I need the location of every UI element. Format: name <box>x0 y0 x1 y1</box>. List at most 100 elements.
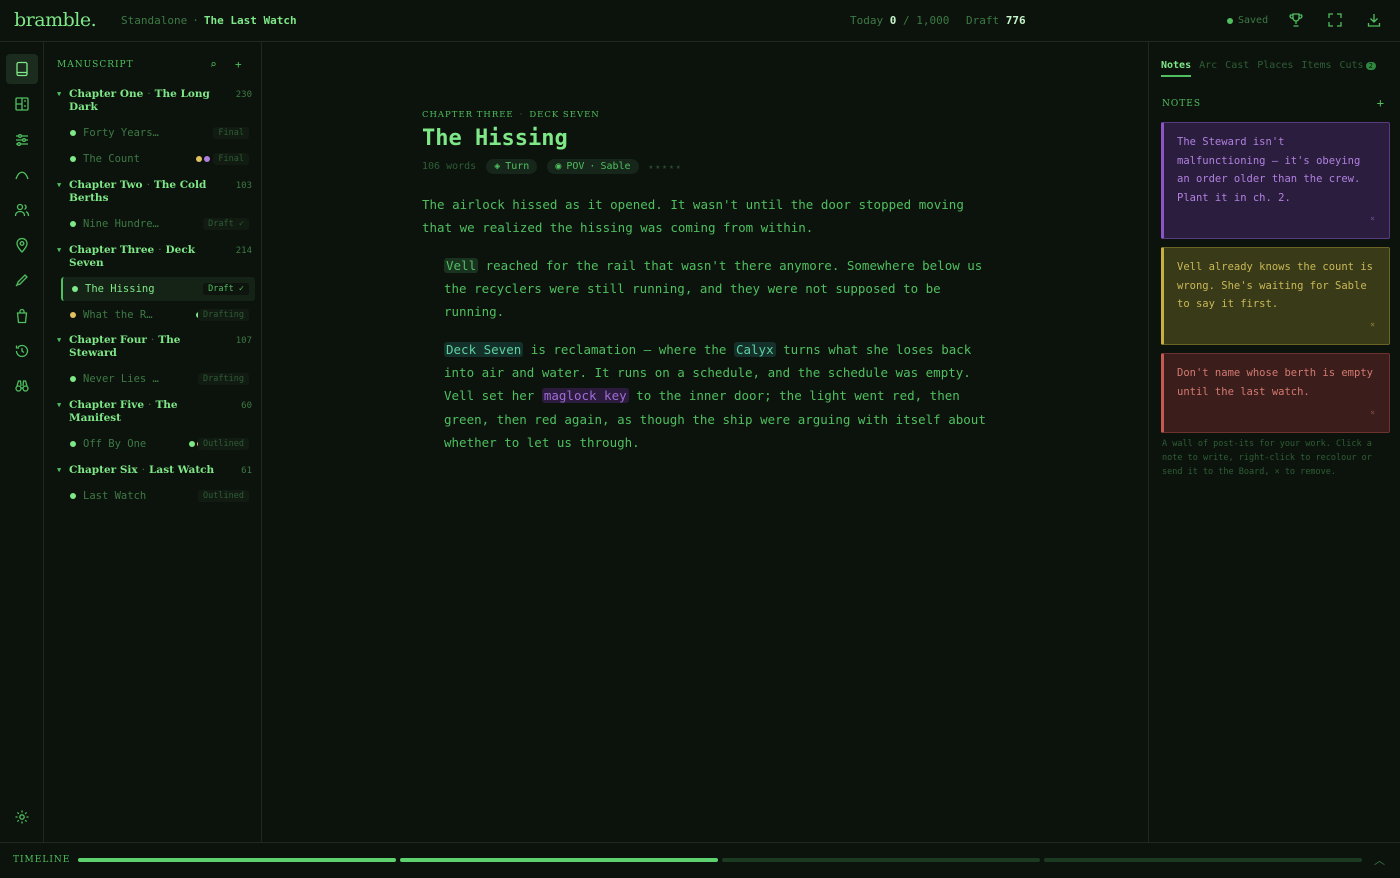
scene-status-badge: Outlined <box>198 490 249 502</box>
scene-status-dot <box>70 312 76 318</box>
rail-search[interactable] <box>6 371 38 401</box>
nav-rail <box>0 42 44 842</box>
pov-chip[interactable]: ◉ POV · Sable <box>547 159 639 174</box>
rail-manuscript[interactable] <box>6 54 38 84</box>
scene-row[interactable]: Forty Years Out Final <box>61 121 255 145</box>
download-icon[interactable] <box>1366 12 1382 28</box>
rail-structure[interactable] <box>6 125 38 155</box>
chevron-down-icon[interactable]: ▼ <box>57 90 61 98</box>
manuscript-search-icon[interactable]: ⌕ <box>210 58 217 71</box>
pov-dot <box>204 156 210 162</box>
rail-history[interactable] <box>6 336 38 366</box>
today-value: 0 <box>889 14 897 27</box>
rail-places[interactable] <box>6 230 38 260</box>
scene-status-badge: Draft ✓ <box>203 218 249 230</box>
scene-row[interactable]: The Hissing Draft ✓ <box>61 277 255 301</box>
chevron-down-icon[interactable]: ▼ <box>57 336 61 344</box>
manuscript-add-button[interactable]: + <box>235 58 242 71</box>
trophy-icon[interactable] <box>1288 12 1304 28</box>
kicker-chapter: CHAPTER THREE <box>422 110 514 120</box>
chapter-label: Chapter Four <box>69 334 147 346</box>
add-note-button[interactable]: + <box>1377 96 1384 110</box>
chapter-title: Chapter Three · Deck Seven <box>69 244 229 270</box>
rail-settings[interactable] <box>6 802 38 832</box>
chevron-up-icon[interactable]: ︿ <box>1374 852 1385 868</box>
chevron-down-icon[interactable]: ▼ <box>57 466 61 474</box>
character-tag[interactable]: Vell <box>444 257 479 273</box>
close-icon[interactable]: × <box>1370 316 1375 335</box>
beat-label: Turn <box>505 161 530 172</box>
scene-status-dot <box>70 441 76 447</box>
chapter-separator: · <box>147 88 151 100</box>
rail-items[interactable] <box>6 265 38 295</box>
scene-title[interactable]: The Hissing <box>422 126 568 151</box>
paragraph-text: reached for the rail that wasn't there a… <box>444 257 983 320</box>
note-card[interactable]: Don't name whose berth is empty until th… <box>1161 353 1390 433</box>
paragraph: The airlock hissed as it opened. It wasn… <box>422 197 964 236</box>
notes-heading: NOTES <box>1162 99 1201 109</box>
scene-title: Never Lies … <box>83 373 159 385</box>
notes-hint: A wall of post-its for your work. Click … <box>1162 439 1372 477</box>
scene-row[interactable]: The Count Final <box>61 147 255 171</box>
chapter-title: Chapter Five · The Manifest <box>69 399 229 425</box>
note-text: Vell already knows the count is wrong. S… <box>1177 261 1373 310</box>
timeline-bar: TIMELINE ︿ <box>0 842 1400 878</box>
note-card[interactable]: The Steward isn't malfunctioning — it's … <box>1161 122 1390 239</box>
scene-text[interactable]: The airlock hissed as it opened. It wasn… <box>422 193 987 469</box>
pov-separator: · <box>589 161 596 172</box>
scene-title: Last Watch <box>83 490 147 502</box>
binoculars-icon <box>15 380 29 392</box>
scene-row[interactable]: Off By One Outlined <box>61 432 255 456</box>
rail-cast[interactable] <box>6 195 38 225</box>
tab-cast[interactable]: Cast <box>1225 60 1249 77</box>
chapter-separator: · <box>158 244 162 256</box>
chapter-title: Chapter Six · Last Watch <box>69 464 229 477</box>
chevron-down-icon[interactable]: ▼ <box>57 246 61 254</box>
chevron-down-icon[interactable]: ▼ <box>57 181 61 189</box>
scene-status-badge: Final <box>213 153 249 165</box>
scene-status-dot <box>70 156 76 162</box>
scene-status-dot <box>70 376 76 382</box>
rating-stars[interactable]: ★★★★★ <box>649 162 683 171</box>
beat-chip[interactable]: ◈ Turn <box>486 159 538 174</box>
chapter-label: Chapter One <box>69 88 144 100</box>
scene-title: Forty Years Out <box>83 127 163 139</box>
scene-row[interactable]: Never Lies … Drafting <box>61 367 255 391</box>
rail-cuts[interactable] <box>6 301 38 331</box>
tab-cuts[interactable]: Cuts 2 <box>1340 60 1376 77</box>
timeline-label: TIMELINE <box>13 855 71 865</box>
scene-row[interactable]: Nine Hundred… Draft ✓ <box>61 212 255 236</box>
scene-word-count: 106 words <box>422 161 477 172</box>
close-icon[interactable]: × <box>1370 404 1375 423</box>
chapter-separator: · <box>148 399 152 411</box>
tab-items[interactable]: Items <box>1301 60 1331 77</box>
breadcrumb-project[interactable]: Standalone <box>121 14 187 27</box>
tab-notes[interactable]: Notes <box>1161 60 1192 77</box>
timeline-segment[interactable] <box>400 858 718 862</box>
place-tag[interactable]: Calyx <box>733 342 776 358</box>
place-tag[interactable]: Deck Seven <box>444 342 524 358</box>
tab-arc[interactable]: Arc <box>1199 60 1217 77</box>
scene-row[interactable]: Last Watch Outlined <box>61 484 255 508</box>
note-card[interactable]: Vell already knows the count is wrong. S… <box>1161 247 1390 345</box>
timeline-segment[interactable] <box>78 858 396 862</box>
scene-status-dot <box>70 493 76 499</box>
chevron-down-icon[interactable]: ▼ <box>57 401 61 409</box>
beat-icon: ◈ <box>494 161 501 172</box>
breadcrumb-book[interactable]: The Last Watch <box>204 14 297 27</box>
scene-title: The Count <box>83 153 140 165</box>
gear-icon <box>15 810 29 824</box>
timeline-segment[interactable] <box>722 858 1040 862</box>
timeline-segment[interactable] <box>1044 858 1362 862</box>
pov-dots <box>196 156 210 162</box>
fullscreen-icon[interactable] <box>1327 12 1343 28</box>
rail-arc[interactable] <box>6 160 38 190</box>
rail-board[interactable] <box>6 89 38 119</box>
close-icon[interactable]: × <box>1370 210 1375 229</box>
scene-row[interactable]: What the R… Drafting <box>61 303 255 327</box>
manuscript-panel: MANUSCRIPT ⌕ + ▼ Chapter One · The Long Dar… <box>45 42 262 842</box>
item-tag[interactable]: maglock key <box>541 388 629 404</box>
tab-places[interactable]: Places <box>1257 60 1293 77</box>
board-icon <box>15 97 29 111</box>
scene-status-badge: Outlined <box>198 438 249 450</box>
